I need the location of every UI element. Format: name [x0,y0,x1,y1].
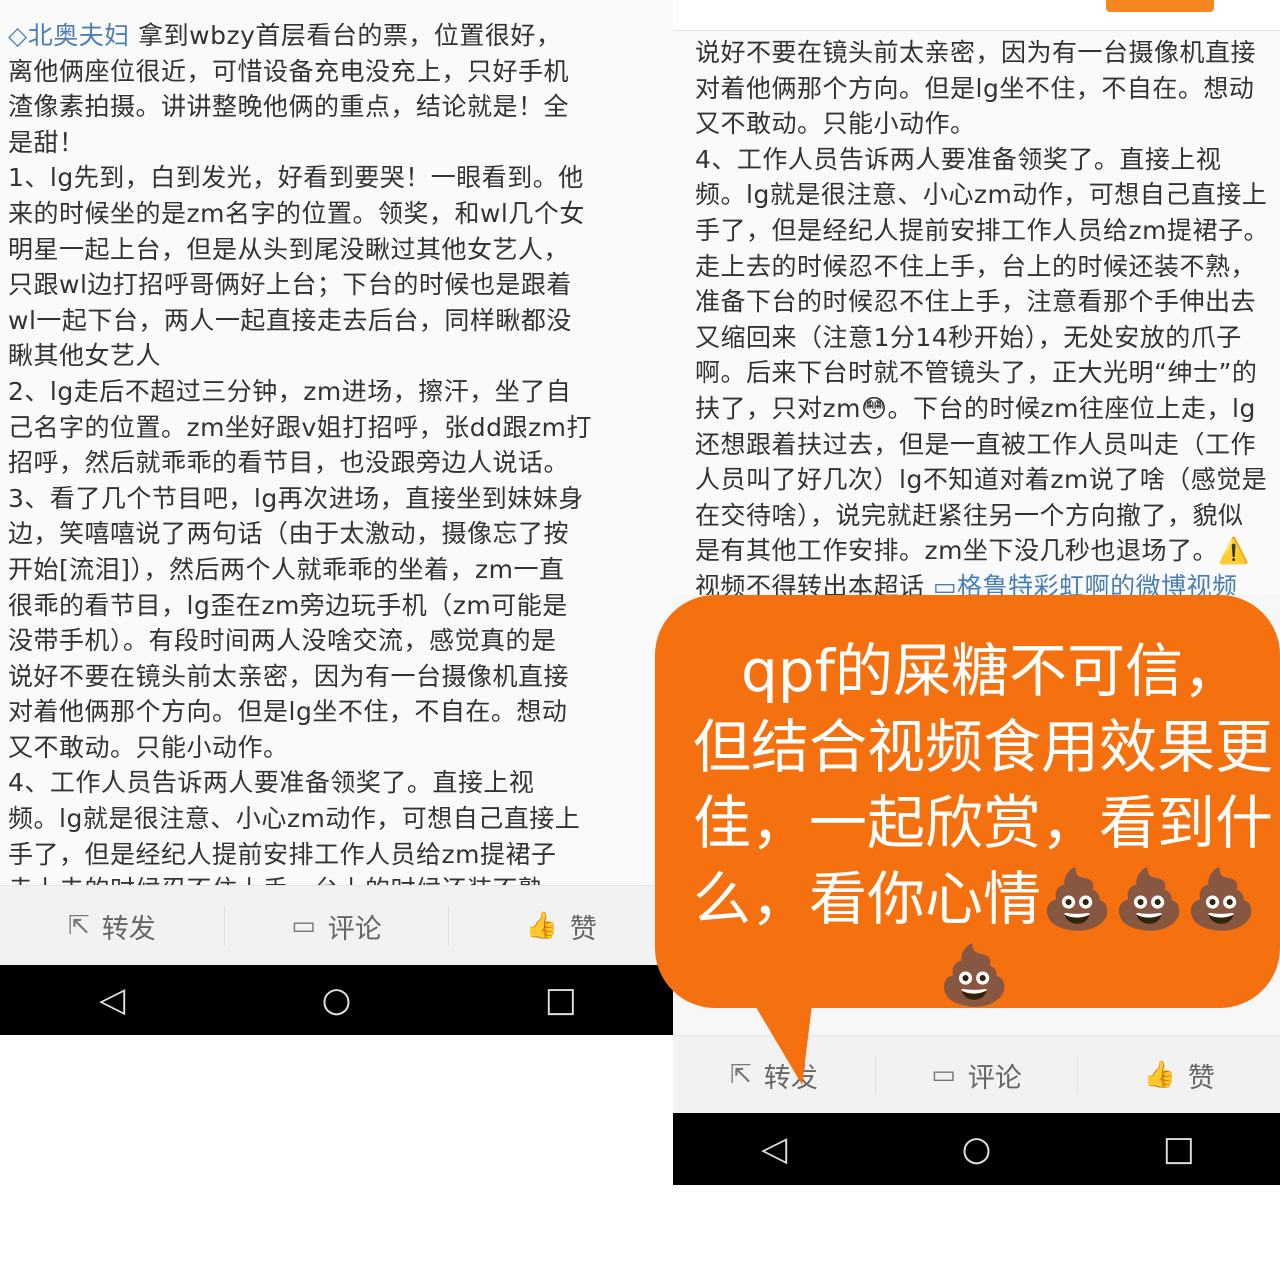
post-line: 啊。后来下台时就不管镜头了，正大光明“绅士”的 [695,358,1258,388]
like-button[interactable]: 👍 赞 [1078,1056,1280,1095]
comment-icon: ▭ [931,1060,956,1090]
post-text: 拿到wbzy首层看台的票，位置很好， [129,21,562,50]
left-screenshot: ◇北奥夫妇 拿到wbzy首层看台的票，位置很好， 离他俩座位很近，可惜设备充电没… [0,0,673,1035]
like-label: 赞 [569,913,597,945]
post-line: 4、工作人员告诉两人要准备领奖了。直接上视 [695,144,1222,174]
post-line: 是甜！ [8,127,85,157]
caption-line: 么，看你心情💩💩💩 [693,865,1258,933]
post-line: 来的时候坐的是zm名字的位置。领奖，和wl几个女 [8,198,585,228]
post-line: 离他俩座位很近，可惜设备充电没充上，只好手机 [8,56,570,86]
post-line: 在交待啥），说完就赶紧往另一个方向撤了，貌似 [695,500,1244,530]
post-line: 手了，但是经纪人提前安排工作人员给zm提裙子。 [695,215,1269,245]
comment-button[interactable]: ▭ 评论 [225,906,450,946]
post-line: 1、lg先到，白到发光，好看到要哭！一眼看到。他 [8,163,584,193]
back-icon[interactable]: ◁ [82,980,142,1020]
post-body: 说好不要在镜头前太亲密，因为有一台摄像机直接 对着他俩那个方向。但是lg坐不住，不… [673,31,1280,595]
post-line: 又缩回来（注意1分14秒开始），无处安放的爪子 [695,322,1242,352]
post-line: 很乖的看节目，lg歪在zm旁边玩手机（zm可能是 [8,590,568,620]
system-nav-bar: ◁ ○ □ [673,1113,1280,1185]
post-line: 是有其他工作安排。zm坐下没几秒也退场了。⚠️ [695,536,1250,566]
follow-button[interactable] [1106,0,1214,12]
action-bar: ⇱ 转发 ▭ 评论 👍 赞 [0,885,673,966]
post-text: 视频不得转出本超话 [695,571,933,595]
share-icon: ⇱ [67,911,90,941]
post-line: 明星一起上台，但是从头到尾没瞅过其他女艺人， [8,234,570,264]
action-bar: ⇱ 转发 ▭ 评论 👍 赞 [673,1035,1280,1114]
post-line: 又不敢动。只能小动作。 [8,732,289,762]
system-nav-bar: ◁ ○ □ [0,965,673,1035]
post-line: 己名字的位置。zm坐好跟v姐打招呼，张dd跟zm打 [8,412,592,442]
post-line: 又不敢动。只能小动作。 [695,109,976,139]
comment-label: 评论 [967,1062,1022,1094]
post-line: 对着他俩那个方向。但是lg坐不住，不自在。想动 [695,73,1255,103]
username-link[interactable]: ◇北奥夫妇 [8,21,130,50]
post-line: 开始[流泪]），然后两个人就乖乖的坐着，zm一直 [8,554,565,584]
post-line: 人员叫了好几次）lg不知道对着zm说了啥（感觉是 [695,465,1268,495]
post-line: wl一起下台，两人一起直接走去后台，同样瞅都没 [8,305,572,335]
like-button[interactable]: 👍 赞 [449,906,673,946]
speech-bubble-caption: qpf的屎糖不可信， 但结合视频食用效果更 佳，一起欣赏，看到什 么，看你心情💩💩💩 💩 [655,595,1280,1009]
home-icon[interactable]: ○ [946,1129,1006,1169]
repost-button[interactable]: ⇱ 转发 [0,906,225,946]
back-icon[interactable]: ◁ [744,1129,804,1169]
share-icon: ⇱ [729,1060,752,1090]
like-label: 赞 [1187,1062,1215,1094]
post-line: 还想跟着扶过去，但是一直被工作人员叫走（工作 [695,429,1257,459]
post-line: ◇北奥夫妇 拿到wbzy首层看台的票，位置很好， [8,18,673,54]
post-line: 扶了，只对zm😳。下台的时候zm往座位上走，lg [695,393,1256,423]
post-line: 频。lg就是很注意、小心zm动作，可想自己直接上 [695,180,1268,210]
recents-icon[interactable]: □ [531,980,591,1020]
post-line: 视频不得转出本超话 ▭格鲁特彩虹啊的微博视频 [695,569,1280,595]
home-icon[interactable]: ○ [306,980,366,1020]
post-line: 准备下台的时候忍不住上手，注意看那个手伸出去 [695,287,1257,317]
post-line: 边，笑嘻嘻说了两句话（由于太激动，摄像忘了按 [8,519,570,549]
post-line: 3、看了几个节目吧，lg再次进场，直接坐到妹妹身 [8,483,584,513]
post-line: 手了，但是经纪人提前安排工作人员给zm提裙子 [8,839,557,869]
comment-label: 评论 [327,913,382,945]
repost-label: 转发 [101,913,156,945]
top-header [673,0,1280,31]
post-line: 招呼，然后就乖乖的看节目，也没跟旁边人说话。 [8,448,570,478]
thumbs-up-icon: 👍 [525,911,558,941]
post-line: 渣像素拍摄。讲讲整晚他俩的重点，结论就是！全 [8,92,570,122]
caption-line: 佳，一起欣赏，看到什 [693,789,1274,857]
comment-button[interactable]: ▭ 评论 [876,1055,1079,1095]
thumbs-up-icon: 👍 [1143,1060,1176,1090]
caption-line: 但结合视频食用效果更 [693,713,1274,781]
caption-line: qpf的屎糖不可信， [741,637,1242,705]
recents-icon[interactable]: □ [1149,1129,1209,1169]
post-line: 4、工作人员告诉两人要准备领奖了。直接上视 [8,768,535,798]
post-line: 2、lg走后不超过三分钟，zm进场，擦汗，坐了自 [8,376,572,406]
post-line: 频。lg就是很注意、小心zm动作，可想自己直接上 [8,804,581,834]
post-line: 没带手机）。有段时间两人没啥交流，感觉真的是 [8,626,557,656]
post-body: ◇北奥夫妇 拿到wbzy首层看台的票，位置很好， 离他俩座位很近，可惜设备充电没… [0,0,673,903]
post-line: 说好不要在镜头前太亲密，因为有一台摄像机直接 [8,661,570,691]
post-line: 走上去的时候忍不住上手，台上的时候还装不熟， [695,251,1257,281]
caption-line: 💩 [938,941,1011,1009]
post-line: 瞅其他女艺人 [8,341,162,371]
post-line: 对着他俩那个方向。但是lg坐不住，不自在。想动 [8,697,568,727]
video-link[interactable]: ▭格鲁特彩虹啊的微博视频 [933,572,1238,595]
post-line: 只跟wl边打招呼哥俩好上台；下台的时候也是跟着 [8,270,572,300]
comment-icon: ▭ [291,911,316,941]
post-line: 说好不要在镜头前太亲密，因为有一台摄像机直接 [695,38,1257,67]
